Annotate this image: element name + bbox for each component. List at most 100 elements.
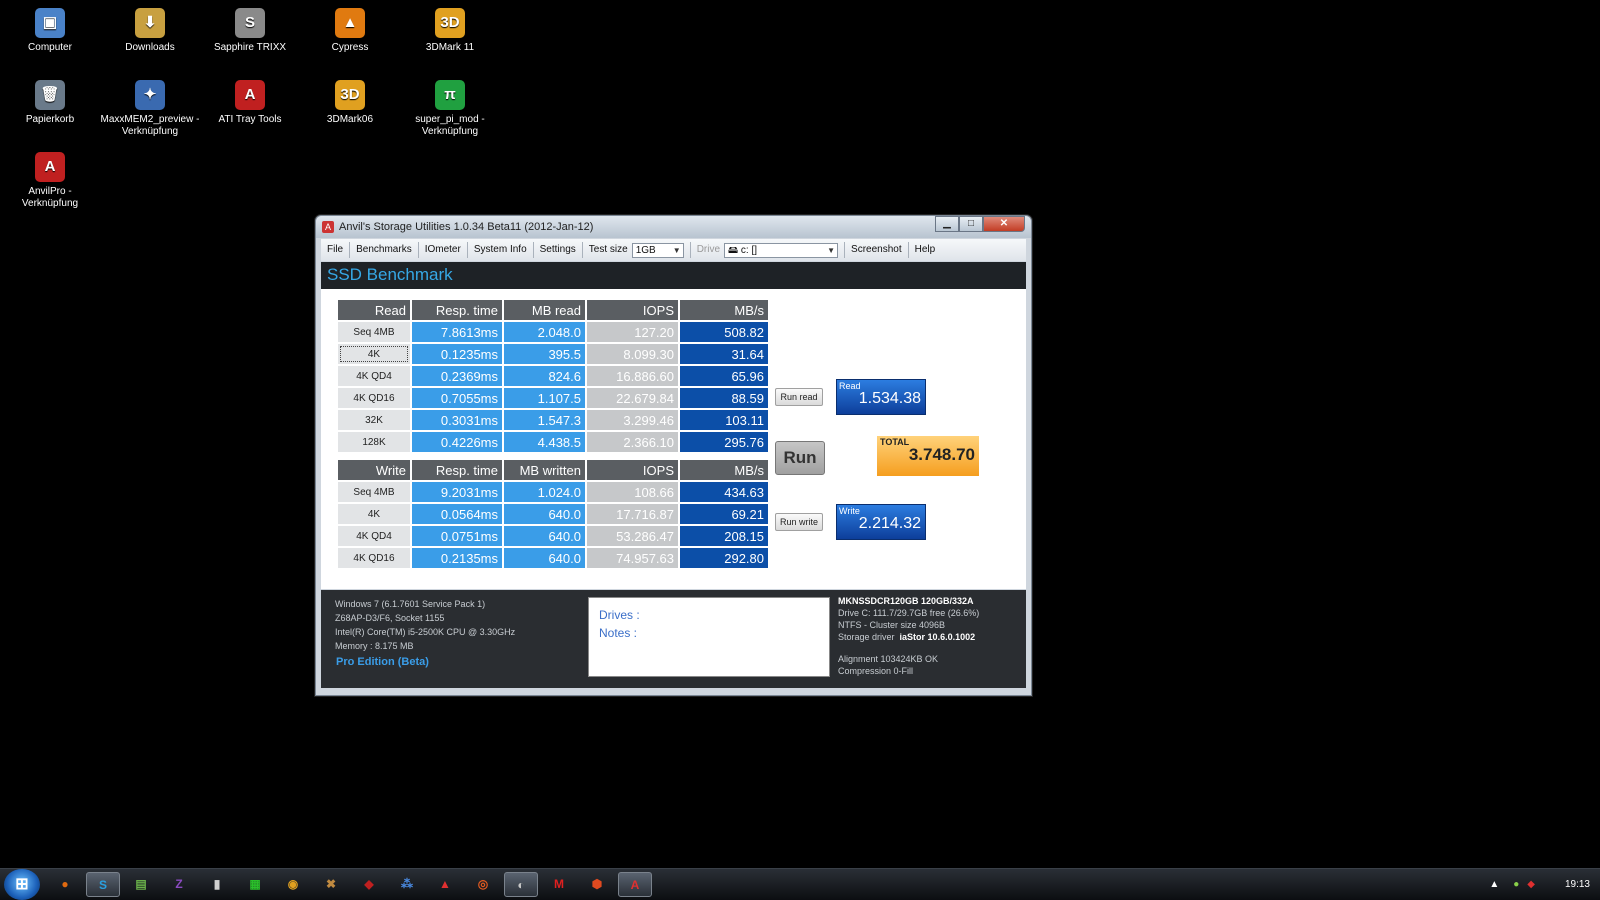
iops-cell: 127.20 bbox=[587, 322, 678, 342]
desktop-icon[interactable]: ⬇ Downloads bbox=[100, 8, 200, 54]
desktop-icon[interactable]: 3D 3DMark 11 bbox=[400, 8, 500, 54]
taskbar-app-icon[interactable]: ◆ bbox=[352, 872, 386, 897]
resp-time-cell: 0.2135ms bbox=[412, 548, 502, 568]
test-label[interactable]: 4K bbox=[338, 504, 410, 524]
menu-benchmarks[interactable]: Benchmarks bbox=[350, 242, 419, 258]
taskbar-app-icon[interactable]: ✖ bbox=[314, 872, 348, 897]
taskbar-app-icon[interactable]: ▲ bbox=[428, 872, 462, 897]
desktop-icon[interactable]: A ATI Tray Tools bbox=[200, 80, 300, 126]
mb-cell: 824.6 bbox=[504, 366, 585, 386]
drive-label: Drive bbox=[696, 244, 721, 255]
gpu-z-icon[interactable]: ▦ bbox=[238, 872, 272, 897]
skype-icon[interactable]: S bbox=[86, 872, 120, 897]
drive-select[interactable]: 🖴 c: [] ▼ bbox=[724, 242, 839, 258]
menu-iometer[interactable]: IOmeter bbox=[419, 242, 468, 258]
3dmark-icon: 3D bbox=[435, 8, 465, 38]
mb-cell: 395.5 bbox=[504, 344, 585, 364]
resp-time-cell: 0.7055ms bbox=[412, 388, 502, 408]
test-label[interactable]: Seq 4MB bbox=[338, 322, 410, 342]
desktop-icon-label: 3DMark06 bbox=[326, 114, 374, 125]
mbs-cell: 508.82 bbox=[680, 322, 768, 342]
test-label[interactable]: 4K QD4 bbox=[338, 526, 410, 546]
mb-cell: 4.438.5 bbox=[504, 432, 585, 452]
mbs-cell: 31.64 bbox=[680, 344, 768, 364]
minimize-button[interactable]: ▁ bbox=[935, 216, 959, 232]
resp-time-header: Resp. time bbox=[412, 300, 502, 320]
anvil-taskbar-icon[interactable]: A bbox=[618, 872, 652, 897]
menu-system-info[interactable]: System Info bbox=[468, 242, 534, 258]
menu-screenshot[interactable]: Screenshot bbox=[845, 242, 909, 258]
firefox-icon[interactable]: ● bbox=[48, 872, 82, 897]
taskbar-app-icon[interactable]: ▤ bbox=[124, 872, 158, 897]
total-score-label: TOTAL bbox=[880, 437, 910, 447]
menu-file[interactable]: File bbox=[321, 242, 351, 258]
test-label[interactable]: 4K bbox=[338, 344, 410, 364]
test-label[interactable]: 32K bbox=[338, 410, 410, 430]
read-header: Read bbox=[338, 300, 410, 320]
drive-space: Drive C: 111.7/29.7GB free (26.6%) bbox=[838, 608, 980, 618]
test-label[interactable]: 4K QD16 bbox=[338, 388, 410, 408]
desktop-icon-label: MaxxMEM2_preview - Verknüpfung bbox=[100, 114, 200, 137]
iops-cell: 22.679.84 bbox=[587, 388, 678, 408]
show-hidden-icons-icon[interactable]: ▲ bbox=[1489, 879, 1499, 890]
desktop-icon[interactable]: ▣ Computer bbox=[0, 8, 100, 54]
iops-cell: 17.716.87 bbox=[587, 504, 678, 524]
close-button[interactable]: ✕ bbox=[983, 216, 1025, 232]
table-row: 4K QD16 0.7055ms 1.107.5 22.679.84 88.59 bbox=[338, 388, 768, 408]
drive-info: MKNSSDCR120GB 120GB/332A Drive C: 111.7/… bbox=[838, 595, 979, 677]
test-label[interactable]: Seq 4MB bbox=[338, 482, 410, 502]
taskbar-app-icon[interactable]: M bbox=[542, 872, 576, 897]
benchmark-header: SSD Benchmark bbox=[321, 262, 1026, 289]
desktop-icon[interactable]: π super_pi_mod - Verknüpfung bbox=[400, 80, 500, 138]
resp-time-header: Resp. time bbox=[412, 460, 502, 480]
run-write-button[interactable]: Run write bbox=[775, 513, 823, 531]
z-app-icon[interactable]: Z bbox=[162, 872, 196, 897]
board-info: Z68AP-D3/F6, Socket 1155 bbox=[335, 613, 445, 623]
desktop-icon[interactable]: ▲ Cypress bbox=[300, 8, 400, 54]
storage-driver-value: iaStor 10.6.0.1002 bbox=[899, 632, 976, 642]
maximize-button[interactable]: □ bbox=[959, 216, 983, 232]
tray-network-icon[interactable]: ● bbox=[1513, 879, 1519, 890]
notes-box[interactable]: Drives : Notes : bbox=[588, 597, 830, 677]
start-button[interactable]: ⊞ bbox=[4, 869, 40, 900]
3dmark06-icon: 3D bbox=[335, 80, 365, 110]
mbs-cell: 434.63 bbox=[680, 482, 768, 502]
drive-value: c: [] bbox=[740, 244, 758, 256]
mbs-cell: 88.59 bbox=[680, 388, 768, 408]
test-label[interactable]: 4K QD4 bbox=[338, 366, 410, 386]
vlc-cone-icon: ▲ bbox=[335, 8, 365, 38]
title-bar[interactable]: A Anvil's Storage Utilities 1.0.34 Beta1… bbox=[316, 216, 1031, 238]
window-title: Anvil's Storage Utilities 1.0.34 Beta11 … bbox=[339, 221, 594, 233]
menu-help[interactable]: Help bbox=[909, 242, 942, 258]
tray-app-icon[interactable]: ◆ bbox=[1527, 879, 1535, 890]
clock[interactable]: 19:13 bbox=[1565, 879, 1590, 890]
taskbar-app-icon[interactable]: ◎ bbox=[466, 872, 500, 897]
desktop-icon[interactable]: A AnvilPro - Verknüpfung bbox=[0, 152, 100, 210]
test-label[interactable]: 128K bbox=[338, 432, 410, 452]
desktop-icon[interactable]: 🗑 Papierkorb bbox=[0, 80, 100, 126]
write-score-box: Write 2.214.32 bbox=[836, 504, 926, 540]
info-footer: Windows 7 (6.1.7601 Service Pack 1) Z68A… bbox=[321, 590, 1026, 688]
taskbar-app-icon[interactable]: ◉ bbox=[276, 872, 310, 897]
iops-header: IOPS bbox=[587, 460, 678, 480]
menu-settings[interactable]: Settings bbox=[534, 242, 583, 258]
test-label[interactable]: 4K QD16 bbox=[338, 548, 410, 568]
filesystem-info: NTFS - Cluster size 4096B bbox=[838, 620, 946, 630]
taskbar-app-icon[interactable]: ⬢ bbox=[580, 872, 614, 897]
write-results-table: Write Resp. time MB written IOPS MB/s Se… bbox=[336, 458, 770, 570]
test-size-select[interactable]: 1GB ▼ bbox=[631, 242, 684, 258]
total-score-box: TOTAL 3.748.70 bbox=[877, 436, 979, 476]
notes-label: Notes : bbox=[599, 626, 638, 640]
desktop-icon[interactable]: ✦ MaxxMEM2_preview - Verknüpfung bbox=[100, 80, 200, 138]
taskbar-app-icon[interactable]: ◐ bbox=[504, 872, 538, 897]
taskbar-app-icon[interactable]: ▮ bbox=[200, 872, 234, 897]
resp-time-cell: 0.3031ms bbox=[412, 410, 502, 430]
desktop-icon[interactable]: 3D 3DMark06 bbox=[300, 80, 400, 126]
run-button[interactable]: Run bbox=[775, 441, 825, 475]
desktop-icon[interactable]: S Sapphire TRIXX bbox=[200, 8, 300, 54]
taskbar-app-icon[interactable]: ⁂ bbox=[390, 872, 424, 897]
mbs-cell: 208.15 bbox=[680, 526, 768, 546]
os-info: Windows 7 (6.1.7601 Service Pack 1) bbox=[335, 599, 486, 609]
desktop-icon-label: 3DMark 11 bbox=[425, 42, 475, 53]
run-read-button[interactable]: Run read bbox=[775, 388, 823, 406]
